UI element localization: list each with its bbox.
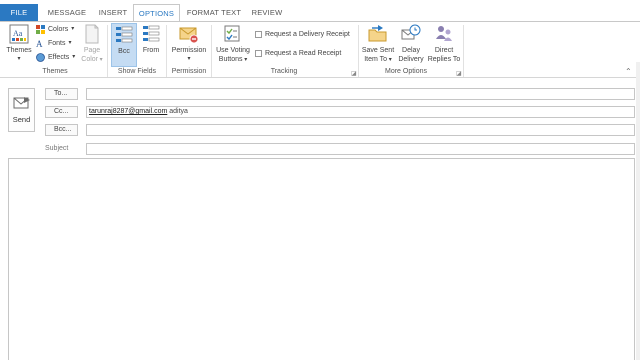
- send-button[interactable]: Send: [8, 88, 35, 132]
- delivery-receipt-checkbox-box[interactable]: [255, 31, 262, 38]
- tab-insert[interactable]: INSERT: [94, 4, 132, 21]
- send-envelope-icon: [13, 97, 30, 109]
- themes-icon: Aa: [9, 24, 29, 44]
- delay-label-2: Delivery: [398, 56, 424, 63]
- fonts-icon: A: [36, 39, 43, 48]
- save-sent-item-button[interactable]: Save Sent Item To ▾: [361, 24, 395, 65]
- read-receipt-label: Request a Read Receipt: [265, 50, 342, 57]
- colors-label: Colors: [48, 26, 69, 33]
- tracking-group-label: Tracking: [270, 68, 298, 75]
- themes-group-label: Themes: [42, 68, 68, 75]
- use-voting-buttons-button[interactable]: Use Voting Buttons ▾: [214, 24, 252, 65]
- fonts-label: Fonts: [48, 40, 66, 47]
- page-color-button[interactable]: Page Color ▾: [80, 24, 104, 65]
- delivery-receipt-label: Request a Delivery Receipt: [265, 31, 350, 38]
- svg-text:A: A: [36, 39, 43, 48]
- permission-button[interactable]: Permission ▾: [169, 24, 209, 64]
- voting-label-2: Buttons: [218, 56, 243, 63]
- bcc-icon: [116, 26, 133, 43]
- group-divider: [107, 25, 108, 77]
- group-divider: [211, 25, 212, 77]
- tab-review[interactable]: REVIEW: [248, 4, 286, 21]
- save-sent-folder-icon: [368, 25, 387, 42]
- ribbon-options: Aa Themes ▾ Colors▾ A Fonts▾ Effects▾: [0, 21, 640, 78]
- direct-label-2: Replies To: [427, 56, 461, 63]
- effects-icon: [36, 53, 45, 62]
- right-edge-panel: [636, 62, 640, 360]
- tab-file[interactable]: FILE: [0, 4, 38, 21]
- bcc-toggle-button[interactable]: Bcc: [111, 23, 137, 67]
- read-receipt-checkbox[interactable]: Request a Read Receipt: [255, 48, 341, 59]
- voting-icon: [224, 25, 240, 42]
- cc-typed-text: aditya: [169, 108, 188, 115]
- save-sent-label-1: Save Sent: [361, 47, 395, 54]
- group-divider: [358, 25, 359, 77]
- ribbon-tab-bar: FILE MESSAGE INSERT OPTIONS FORMAT TEXT …: [0, 4, 640, 22]
- collapse-ribbon-icon[interactable]: ⌃: [625, 67, 632, 76]
- tracking-dialog-launcher-icon[interactable]: ◪: [351, 70, 357, 77]
- themes-label: Themes: [6, 47, 32, 54]
- page-color-label-1: Page: [83, 47, 101, 54]
- permission-label: Permission: [171, 47, 207, 54]
- group-divider: [463, 25, 464, 77]
- from-icon: [143, 25, 160, 42]
- direct-replies-button[interactable]: Direct Replies To: [426, 24, 462, 64]
- bcc-label: Bcc: [118, 48, 130, 55]
- delay-delivery-button[interactable]: Delay Delivery: [396, 24, 426, 64]
- to-field[interactable]: [86, 88, 635, 100]
- colors-icon: [36, 25, 45, 34]
- cc-field[interactable]: tarunraj8287@gmail.com aditya: [86, 106, 635, 118]
- page-color-icon: [85, 24, 99, 44]
- svg-text:Aa: Aa: [13, 29, 23, 38]
- page-color-label-2: Color: [81, 56, 99, 63]
- from-toggle-button[interactable]: From: [139, 24, 163, 55]
- delivery-receipt-checkbox[interactable]: Request a Delivery Receipt: [255, 29, 350, 40]
- voting-label-1: Use Voting: [216, 47, 250, 54]
- fonts-button[interactable]: A Fonts ▾: [36, 38, 72, 49]
- permission-group-label: Permission: [171, 68, 207, 75]
- direct-label-1: Direct: [434, 47, 454, 54]
- more-options-group-label: More Options: [384, 68, 428, 75]
- envelope-lock-icon: [179, 27, 199, 44]
- from-label: From: [142, 47, 160, 54]
- effects-label: Effects: [48, 54, 70, 61]
- read-receipt-checkbox-box[interactable]: [255, 50, 262, 57]
- cc-recipient-email[interactable]: tarunraj8287@gmail.com: [89, 108, 167, 115]
- themes-button[interactable]: Aa Themes ▾: [5, 24, 33, 64]
- group-divider: [166, 25, 167, 77]
- colors-button[interactable]: Colors ▾: [36, 24, 74, 35]
- to-button[interactable]: To...: [45, 88, 78, 100]
- effects-button[interactable]: Effects ▾: [36, 52, 75, 63]
- subject-label: Subject: [45, 145, 69, 152]
- message-body[interactable]: [8, 158, 635, 360]
- bcc-button[interactable]: Bcc...: [45, 124, 78, 136]
- more-options-dialog-launcher-icon[interactable]: ◪: [456, 70, 462, 77]
- show-fields-group-label: Show Fields: [117, 68, 157, 75]
- delay-clock-icon: [401, 24, 421, 40]
- bcc-field[interactable]: [86, 124, 635, 136]
- tab-format-text[interactable]: FORMAT TEXT: [183, 4, 245, 21]
- subject-field[interactable]: [86, 143, 635, 155]
- cc-button[interactable]: Cc...: [45, 106, 78, 118]
- save-sent-label-2: Item To: [364, 56, 388, 63]
- delay-label-1: Delay: [402, 47, 420, 54]
- tab-options[interactable]: OPTIONS: [133, 4, 180, 22]
- direct-replies-people-icon: [436, 26, 452, 41]
- send-label: Send: [12, 115, 31, 124]
- tab-message[interactable]: MESSAGE: [42, 4, 92, 21]
